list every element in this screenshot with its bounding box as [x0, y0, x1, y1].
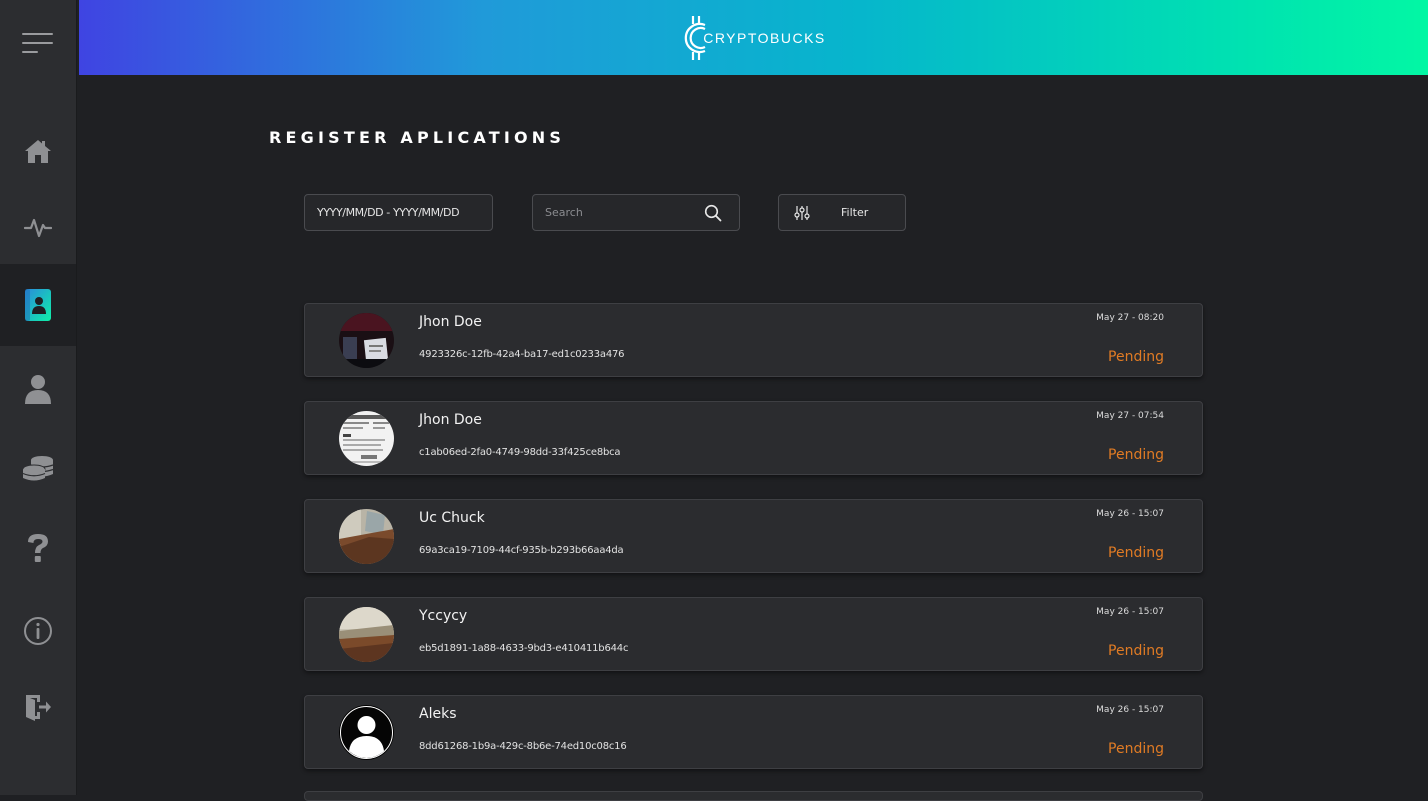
filter-label: Filter — [841, 206, 869, 219]
application-id: 69a3ca19-7109-44cf-935b-b293b66aa4da — [419, 545, 624, 556]
filter-button[interactable]: Filter — [778, 194, 906, 231]
application-card[interactable]: Jhon Doe 4923326c-12fb-42a4-ba17-ed1c023… — [304, 303, 1203, 377]
application-card[interactable]: Yccycy eb5d1891-1a88-4633-9bd3-e410411b6… — [304, 597, 1203, 671]
search-input[interactable] — [533, 195, 698, 230]
application-id: 8dd61268-1b9a-429c-8b6e-74ed10c08c16 — [419, 741, 627, 752]
logo[interactable]: CRYPTOBUCKS — [681, 12, 826, 64]
application-date: May 27 - 07:54 — [1096, 411, 1164, 421]
application-card-partial[interactable] — [304, 791, 1203, 801]
avatar — [339, 313, 394, 368]
hamburger-menu-icon[interactable] — [22, 31, 53, 55]
logout-icon — [26, 695, 51, 721]
applicant-name: Aleks — [419, 706, 457, 722]
application-card[interactable]: Jhon Doe c1ab06ed-2fa0-4749-98dd-33f425c… — [304, 401, 1203, 475]
user-icon — [25, 375, 51, 404]
application-date: May 26 - 15:07 — [1096, 607, 1164, 617]
applicant-name: Jhon Doe — [419, 314, 482, 330]
nav-info[interactable] — [0, 590, 76, 672]
activity-icon — [24, 218, 52, 238]
date-range-input[interactable] — [304, 194, 493, 231]
search-icon[interactable] — [704, 204, 722, 222]
applicant-name: Yccycy — [419, 608, 468, 624]
nav-contacts[interactable] — [0, 264, 76, 346]
application-id: c1ab06ed-2fa0-4749-98dd-33f425ce8bca — [419, 447, 621, 458]
application-date: May 26 - 15:07 — [1096, 705, 1164, 715]
nav-home[interactable] — [0, 110, 76, 192]
nav-logout[interactable] — [0, 666, 76, 748]
coins-icon — [22, 456, 54, 481]
question-icon — [28, 534, 48, 562]
application-card[interactable]: Aleks 8dd61268-1b9a-429c-8b6e-74ed10c08c… — [304, 695, 1203, 769]
nav-coins[interactable] — [0, 428, 76, 510]
status-label: Pending — [1108, 545, 1164, 561]
sidebar — [0, 0, 77, 795]
applicant-name: Jhon Doe — [419, 412, 482, 428]
nav-help[interactable] — [0, 507, 76, 589]
avatar — [339, 607, 394, 662]
nav-activity[interactable] — [0, 186, 76, 268]
application-id: eb5d1891-1a88-4633-9bd3-e410411b644c — [419, 643, 629, 654]
application-date: May 27 - 08:20 — [1096, 313, 1164, 323]
application-id: 4923326c-12fb-42a4-ba17-ed1c0233a476 — [419, 349, 625, 360]
avatar — [339, 411, 394, 466]
search-box — [532, 194, 740, 231]
sliders-icon — [794, 206, 810, 220]
top-header: CRYPTOBUCKS — [79, 0, 1428, 75]
logo-text: CRYPTOBUCKS — [703, 29, 826, 46]
status-label: Pending — [1108, 349, 1164, 365]
avatar — [339, 509, 394, 564]
applicant-name: Uc Chuck — [419, 510, 485, 526]
status-label: Pending — [1108, 643, 1164, 659]
nav-profile[interactable] — [0, 348, 76, 430]
contact-book-icon — [25, 289, 51, 321]
home-icon — [25, 140, 51, 163]
application-date: May 26 - 15:07 — [1096, 509, 1164, 519]
status-label: Pending — [1108, 447, 1164, 463]
default-avatar-icon — [339, 705, 394, 760]
status-label: Pending — [1108, 741, 1164, 757]
page-title: REGISTER APLICATIONS — [269, 128, 566, 147]
application-card[interactable]: Uc Chuck 69a3ca19-7109-44cf-935b-b293b66… — [304, 499, 1203, 573]
info-icon — [24, 617, 52, 645]
